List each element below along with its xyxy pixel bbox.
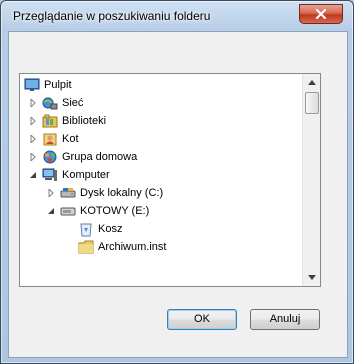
removable-drive-icon <box>60 203 76 219</box>
close-icon <box>315 9 327 19</box>
arrow-down-icon <box>307 275 316 280</box>
tree-item-kot[interactable]: Kot <box>28 130 79 148</box>
computer-icon <box>42 167 58 183</box>
tree-item-label: Komputer <box>62 169 110 181</box>
dialog-title: Przeglądanie w poszukiwaniu folderu <box>13 9 211 23</box>
folder-icon <box>78 239 94 255</box>
tree-item-label: Biblioteki <box>62 115 107 127</box>
homegroup-icon <box>42 149 58 165</box>
cancel-button[interactable]: Anuluj <box>250 309 320 330</box>
desktop-icon <box>24 77 40 93</box>
network-icon <box>42 95 58 111</box>
expand-arrow-icon[interactable] <box>28 116 38 126</box>
recycle-bin-icon <box>78 221 94 237</box>
title-bar[interactable]: Przeglądanie w poszukiwaniu folderu <box>1 1 353 31</box>
tree-item-label: Kosz <box>98 223 123 235</box>
collapse-arrow-icon[interactable] <box>28 170 38 180</box>
scroll-thumb[interactable] <box>305 92 319 114</box>
tree-item-komputer[interactable]: Komputer <box>28 166 110 184</box>
arrow-up-icon <box>307 80 316 85</box>
expand-arrow-icon[interactable] <box>28 98 38 108</box>
vertical-scrollbar[interactable] <box>302 74 320 286</box>
collapse-arrow-icon[interactable] <box>46 206 56 216</box>
tree-item-label: Grupa domowa <box>62 151 138 163</box>
tree-item-kosz[interactable]: Kosz <box>78 220 122 238</box>
tree-item-siec[interactable]: Sieć <box>28 94 83 112</box>
tree-item-pulpit[interactable]: Pulpit <box>24 76 72 94</box>
folder-tree[interactable]: Pulpit Sieć Biblioteki Kot Grupa domowa … <box>19 73 321 287</box>
tree-item-label: KOTOWY (E:) <box>80 205 150 217</box>
expand-arrow-icon[interactable] <box>28 134 38 144</box>
tree-item-kotowy[interactable]: KOTOWY (E:) <box>46 202 149 220</box>
tree-item-archiwum-inst[interactable]: Archiwum.inst <box>78 238 166 256</box>
tree-item-biblioteki[interactable]: Biblioteki <box>28 112 106 130</box>
browse-folder-dialog: Przeglądanie w poszukiwaniu folderu Pulp… <box>0 0 354 364</box>
expand-arrow-icon[interactable] <box>28 152 38 162</box>
scroll-down-button[interactable] <box>303 269 320 286</box>
tree-item-label: Archiwum.inst <box>98 241 167 253</box>
local-disk-icon <box>60 185 76 201</box>
tree-item-dysk-lokalny[interactable]: Dysk lokalny (C:) <box>46 184 163 202</box>
tree-item-label: Pulpit <box>44 79 72 91</box>
tree-item-label: Dysk lokalny (C:) <box>80 187 164 199</box>
libraries-icon <box>42 113 58 129</box>
tree-item-label: Sieć <box>62 97 84 109</box>
tree-item-label: Kot <box>62 133 79 145</box>
close-button[interactable] <box>299 4 343 24</box>
user-folder-icon <box>42 131 58 147</box>
ok-button[interactable]: OK <box>167 309 237 330</box>
expand-arrow-icon[interactable] <box>46 188 56 198</box>
scroll-up-button[interactable] <box>303 74 320 91</box>
tree-item-grupa-domowa[interactable]: Grupa domowa <box>28 148 137 166</box>
